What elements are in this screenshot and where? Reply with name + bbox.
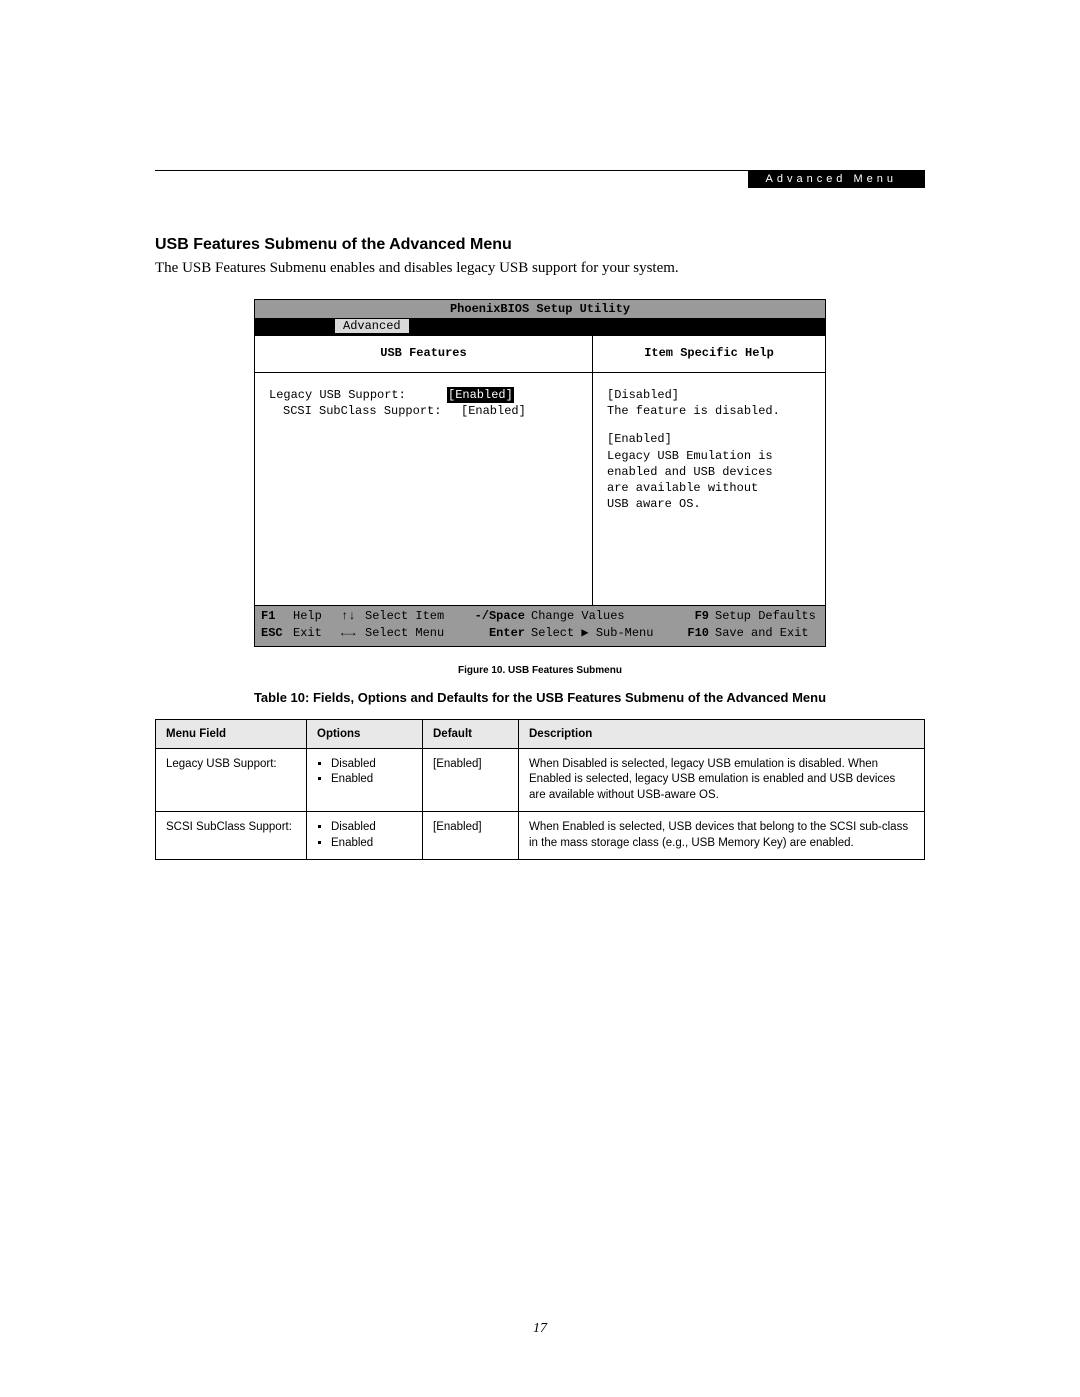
th-description: Description	[519, 719, 925, 748]
td-options: Disabled Enabled	[307, 748, 423, 812]
bios-left-panel-title: USB Features	[255, 336, 592, 373]
section-title: USB Features Submenu of the Advanced Men…	[155, 236, 925, 254]
bios-setting-legacy-usb[interactable]: Legacy USB Support: [Enabled]	[269, 387, 580, 403]
bios-help-disabled-text: The feature is disabled.	[607, 403, 813, 419]
figure-caption: Figure 10. USB Features Submenu	[155, 665, 925, 676]
bios-footer-key-f1: F1	[261, 608, 293, 625]
arrows-leftright-icon: ←→	[341, 625, 365, 642]
bios-help-enabled-title: [Enabled]	[607, 431, 813, 447]
page: Advanced Menu USB Features Submenu of th…	[0, 0, 1080, 1397]
td-options: Disabled Enabled	[307, 812, 423, 860]
table-title: Table 10: Fields, Options and Defaults f…	[155, 690, 925, 705]
option-item: Disabled	[331, 757, 412, 773]
bios-footer-key-esc: ESC	[261, 625, 293, 642]
bios-setting-value-selected[interactable]: [Enabled]	[447, 387, 514, 403]
bios-setting-label: SCSI SubClass Support:	[269, 403, 461, 419]
th-options: Options	[307, 719, 423, 748]
th-menu-field: Menu Field	[156, 719, 307, 748]
td-description: When Disabled is selected, legacy USB em…	[519, 748, 925, 812]
bios-tab-bar: Advanced	[255, 319, 825, 336]
bios-tab-advanced[interactable]: Advanced	[335, 319, 409, 333]
option-item: Enabled	[331, 836, 412, 852]
arrows-updown-icon: ↑↓	[341, 608, 365, 625]
bios-utility-box: PhoenixBIOS Setup Utility Advanced USB F…	[254, 299, 826, 647]
bios-setting-scsi-subclass[interactable]: SCSI SubClass Support: [Enabled]	[269, 403, 580, 419]
bios-footer-label-select-item: Select Item	[365, 608, 465, 625]
fields-table: Menu Field Options Default Description L…	[155, 719, 925, 861]
bios-setting-label: Legacy USB Support:	[269, 387, 447, 403]
td-field: SCSI SubClass Support:	[156, 812, 307, 860]
section-intro: The USB Features Submenu enables and dis…	[155, 260, 925, 277]
bios-footer-key-space: -/Space	[465, 608, 531, 625]
bios-footer-label-save-exit: Save and Exit	[715, 625, 819, 642]
bios-footer-label-exit: Exit	[293, 625, 341, 642]
bios-setting-value[interactable]: [Enabled]	[461, 403, 526, 419]
header-section-label: Advanced Menu	[748, 170, 926, 188]
bios-left-panel: USB Features Legacy USB Support: [Enable…	[255, 336, 593, 605]
bios-utility-title: PhoenixBIOS Setup Utility	[255, 300, 825, 319]
page-number: 17	[0, 1321, 1080, 1337]
bios-footer-label-help: Help	[293, 608, 341, 625]
td-default: [Enabled]	[423, 812, 519, 860]
option-item: Enabled	[331, 772, 412, 788]
bios-footer-label-select-submenu: Select ▶ Sub-Menu	[531, 625, 671, 642]
bios-help-panel: Item Specific Help [Disabled] The featur…	[593, 336, 825, 605]
bios-footer-label-select-menu: Select Menu	[365, 625, 465, 642]
table-row: Legacy USB Support: Disabled Enabled [En…	[156, 748, 925, 812]
table-row: SCSI SubClass Support: Disabled Enabled …	[156, 812, 925, 860]
bios-help-disabled-title: [Disabled]	[607, 387, 813, 403]
td-description: When Enabled is selected, USB devices th…	[519, 812, 925, 860]
bios-footer-key-f10: F10	[671, 625, 715, 642]
bios-help-title: Item Specific Help	[593, 336, 825, 373]
bios-help-enabled-text: Legacy USB Emulation is enabled and USB …	[607, 448, 787, 513]
table-header-row: Menu Field Options Default Description	[156, 719, 925, 748]
bios-footer-key-f9: F9	[671, 608, 715, 625]
bios-footer: F1 Help ↑↓ Select Item -/Space Change Va…	[255, 606, 825, 646]
td-default: [Enabled]	[423, 748, 519, 812]
option-item: Disabled	[331, 820, 412, 836]
th-default: Default	[423, 719, 519, 748]
bios-footer-label-setup-defaults: Setup Defaults	[715, 608, 819, 625]
bios-footer-key-enter: Enter	[465, 625, 531, 642]
bios-footer-label-change-values: Change Values	[531, 608, 671, 625]
td-field: Legacy USB Support:	[156, 748, 307, 812]
